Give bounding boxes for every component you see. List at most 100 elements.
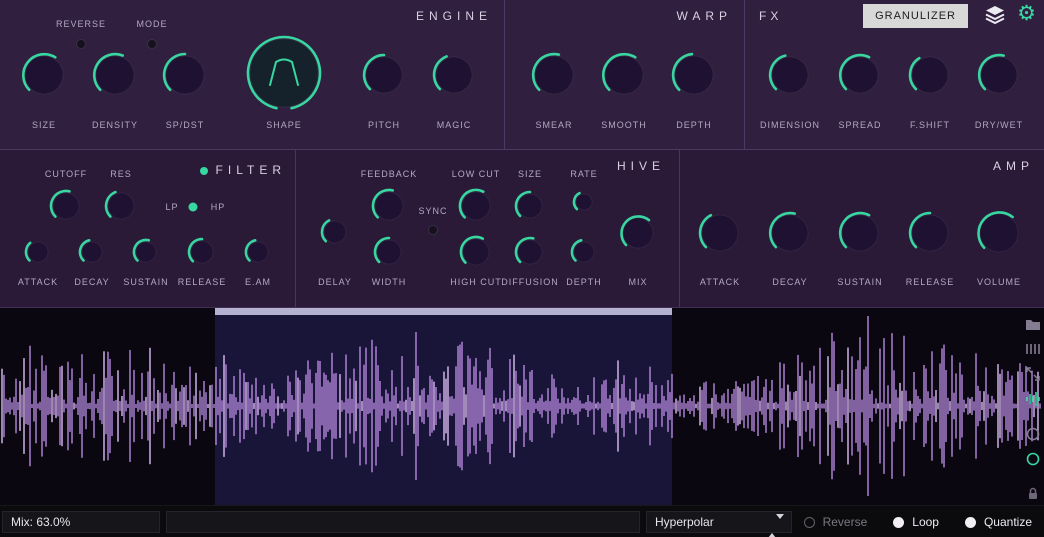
granulizer-plugin-window: ENGINE SIZE DENSITY SP/DST SHAPE PITCH MAGIC R… — [0, 0, 1044, 537]
sustain-knob[interactable] — [834, 207, 886, 259]
quantize-radio-icon — [964, 516, 976, 528]
diffusion-knob[interactable] — [510, 232, 550, 272]
depth-knob-label: DEPTH — [566, 277, 602, 287]
filter-enable-led[interactable] — [199, 166, 208, 175]
ruler-icon[interactable] — [1025, 341, 1041, 357]
release-knob-label: RELEASE — [177, 277, 227, 287]
quantize-toggle[interactable]: Quantize — [964, 515, 1032, 529]
attack-knob[interactable] — [694, 207, 746, 259]
decay-knob[interactable] — [764, 207, 816, 259]
stepper-arrows-icon[interactable] — [768, 514, 784, 537]
sustain-knob[interactable] — [128, 234, 164, 270]
crossfade-circle-icon[interactable] — [1025, 451, 1041, 467]
bottom-bar: Mix: 63.0% Hyperpolar Reverse Loop Quant… — [0, 505, 1044, 537]
decay-knob[interactable] — [74, 234, 110, 270]
pitch-knob[interactable] — [358, 49, 410, 101]
smooth-knob[interactable] — [597, 48, 651, 102]
loop-toggle[interactable]: Loop — [893, 515, 939, 529]
waveform-display[interactable] — [0, 308, 1044, 505]
lock-icon[interactable] — [1025, 486, 1041, 502]
mode-dropdown-value: Hyperpolar — [655, 515, 714, 529]
decay-knob-label: DECAY — [772, 277, 808, 287]
engine-panel-title: ENGINE — [415, 9, 492, 23]
size-knob[interactable] — [510, 186, 550, 226]
filter-lp-hp-toggle[interactable] — [188, 202, 198, 212]
reverse-toggle-label: REVERSE — [55, 19, 107, 29]
release-knob[interactable] — [183, 233, 221, 271]
loop-circle-icon[interactable] — [1025, 426, 1041, 442]
sync-toggle[interactable] — [428, 225, 438, 235]
smear-knob[interactable] — [527, 48, 581, 102]
res-knob[interactable] — [100, 185, 142, 227]
folder-icon[interactable] — [1025, 316, 1041, 332]
attack-knob-label: ATTACK — [17, 277, 59, 287]
depth-knob[interactable] — [667, 48, 721, 102]
width-knob[interactable] — [369, 232, 409, 272]
waveform-toolbar — [1025, 316, 1041, 511]
reverse-radio-icon — [803, 516, 815, 528]
rate-knob-label: RATE — [570, 169, 598, 179]
fx-panel: FX GRANULIZER ⚙ DIMENSION SPREAD F.SHIFT DR… — [745, 0, 1044, 150]
loop-radio-icon — [893, 516, 905, 528]
cutoff-knob-label: CUTOFF — [44, 169, 88, 179]
filter-hp-label: HP — [210, 202, 226, 212]
f-shift-knob[interactable] — [904, 49, 956, 101]
spread-knob-label: SPREAD — [838, 120, 882, 130]
mix-knob[interactable] — [615, 210, 661, 256]
feedback-knob[interactable] — [367, 184, 411, 228]
magic-knob-label: MAGIC — [436, 120, 472, 130]
depth-knob[interactable] — [566, 234, 602, 270]
depth-knob-label: DEPTH — [676, 120, 712, 130]
reverse-toggle[interactable]: Reverse — [803, 515, 867, 529]
filter-lp-label: LP — [165, 202, 179, 212]
e-am-knob[interactable] — [240, 234, 276, 270]
warp-panel: WARP SMEAR SMOOTH DEPTH — [505, 0, 745, 150]
mode-dropdown[interactable]: Hyperpolar — [646, 511, 792, 537]
high-cut-knob[interactable] — [455, 231, 497, 273]
dimension-knob[interactable] — [764, 49, 816, 101]
attack-knob[interactable] — [20, 234, 56, 270]
dry-wet-knob[interactable] — [973, 49, 1025, 101]
amp-panel: AMP ATTACK DECAY SUSTAIN RELEASE VOLUME — [680, 150, 1044, 308]
mix-field[interactable]: Mix: 63.0% — [2, 511, 160, 533]
shape-knob-label: SHAPE — [266, 120, 302, 130]
delay-knob[interactable] — [316, 213, 354, 251]
waveform-svg[interactable] — [0, 308, 1044, 505]
bottom-toggles: Reverse Loop Quantize — [803, 506, 1032, 537]
fx-panel-title: FX — [759, 9, 783, 23]
delay-knob-label: DELAY — [318, 277, 352, 287]
filter-panel-title: FILTER — [199, 163, 286, 177]
volume-knob-label: VOLUME — [976, 277, 1022, 287]
reverse-toggle[interactable] — [76, 39, 86, 49]
sample-path-field[interactable] — [166, 511, 640, 533]
size-knob[interactable] — [17, 48, 71, 102]
feedback-knob-label: FEEDBACK — [360, 169, 418, 179]
rate-knob[interactable] — [568, 186, 600, 218]
mix-knob-label: MIX — [628, 277, 648, 287]
sp-dst-knob[interactable] — [158, 48, 212, 102]
density-knob[interactable] — [88, 48, 142, 102]
magic-knob[interactable] — [428, 49, 480, 101]
low-cut-knob[interactable] — [454, 184, 498, 228]
density-knob-label: DENSITY — [91, 120, 139, 130]
volume-knob[interactable] — [972, 206, 1026, 260]
res-knob-label: RES — [110, 169, 132, 179]
release-knob-label: RELEASE — [905, 277, 955, 287]
release-knob[interactable] — [904, 207, 956, 259]
spread-knob[interactable] — [834, 49, 886, 101]
presets-stack-icon[interactable] — [984, 5, 1006, 29]
fit-icon[interactable] — [1025, 366, 1041, 382]
engine-panel: ENGINE SIZE DENSITY SP/DST SHAPE PITCH MAGIC R… — [0, 0, 505, 150]
high-cut-knob-label: HIGH CUT — [450, 277, 502, 287]
sp-dst-knob-label: SP/DST — [165, 120, 205, 130]
cutoff-knob[interactable] — [45, 185, 87, 227]
hive-panel: HIVE SYNC FEEDBACK LOW CUT SIZE RATE DELAY WI… — [296, 150, 680, 308]
settings-gear-icon[interactable]: ⚙ — [1017, 3, 1036, 24]
attack-knob-label: ATTACK — [699, 277, 741, 287]
hive-panel-title: HIVE — [616, 159, 665, 173]
granulizer-preset-button[interactable]: GRANULIZER — [863, 4, 968, 28]
waveform-icon[interactable] — [1025, 391, 1041, 407]
shape-knob[interactable] — [242, 31, 326, 115]
mode-toggle[interactable] — [147, 39, 157, 49]
mix-value: Mix: 63.0% — [11, 515, 71, 529]
